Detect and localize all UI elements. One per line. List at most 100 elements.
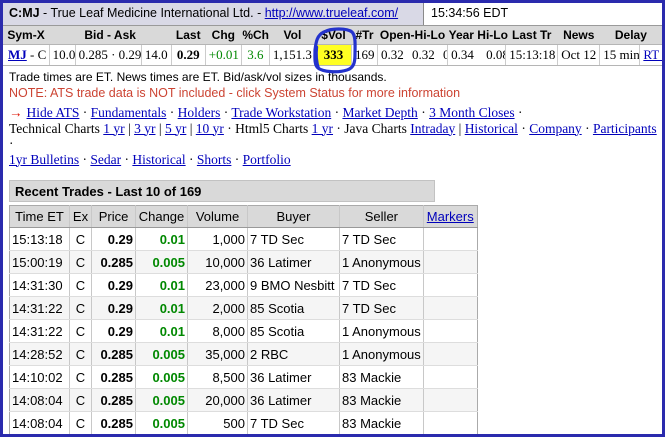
trade-change: 0.01 [135, 319, 188, 343]
trade-price: 0.285 [91, 365, 136, 389]
news-date: Oct 12 [557, 44, 600, 66]
dollar-volume-highlighted: 333 [314, 44, 352, 66]
nav-text: | [155, 120, 165, 136]
col-last: Last [171, 26, 206, 45]
bid-ask-value: 0.285 · 0.29 [74, 44, 142, 66]
trade-price: 0.285 [91, 342, 136, 366]
nav-text: · [581, 120, 593, 136]
title-sep: - [253, 6, 265, 20]
nav-link-hide-ats[interactable]: Hide ATS [27, 105, 80, 120]
quote-table: Sym-X Bid - Ask Last Chg %Ch Vol $Vol #T… [3, 26, 662, 66]
trade-exchange: C [69, 365, 92, 389]
trade-price: 0.285 [91, 411, 136, 434]
col-news: News [557, 26, 600, 45]
nav-link-10-yr[interactable]: 10 yr [196, 121, 224, 136]
trade-markers [422, 273, 478, 297]
trade-seller: 1 Anonymous [339, 319, 424, 343]
col-delay: Delay [599, 26, 662, 45]
markers-link[interactable]: Markers [427, 209, 474, 224]
nav-text: · [9, 136, 14, 151]
nav-link-holders[interactable]: Holders [178, 105, 221, 120]
symbol-suffix: - C [26, 47, 47, 62]
nav-link-historical[interactable]: Historical [465, 121, 518, 136]
nav-link-portfolio[interactable]: Portfolio [243, 152, 291, 167]
table-row: 14:31:22 C 0.29 0.01 8,000 85 Scotia 1 A… [9, 319, 478, 343]
col-price: Price [91, 205, 136, 228]
trade-time: 14:31:30 [9, 273, 70, 297]
col-change: Change [135, 205, 188, 228]
quote-page: C:MJ - True Leaf Medicine International … [0, 0, 665, 437]
nav-link-5-yr[interactable]: 5 yr [165, 121, 186, 136]
nav-line-3: 1yr Bulletins · Sedar · Historical · Sho… [9, 152, 662, 168]
trade-markers [422, 296, 478, 320]
ask-size: 14.0 [140, 44, 172, 66]
nav-link-shorts[interactable]: Shorts [197, 152, 232, 167]
nav-link-intraday[interactable]: Intraday [410, 121, 455, 136]
nav-link-historical[interactable]: Historical [132, 152, 185, 167]
trade-exchange: C [69, 319, 92, 343]
trade-volume: 2,000 [187, 296, 248, 320]
trade-price: 0.285 [91, 388, 136, 412]
nav-text: | [455, 120, 465, 136]
company-url-link[interactable]: http://www.trueleaf.com/ [265, 6, 398, 20]
title-bar: C:MJ - True Leaf Medicine International … [3, 3, 662, 26]
nav-text: · [79, 151, 91, 167]
red-arrow-icon: → [9, 105, 23, 120]
trade-change: 0.005 [135, 342, 188, 366]
nav-text: · [231, 151, 243, 167]
trade-seller: 83 Mackie [339, 411, 424, 434]
trade-volume: 10,000 [187, 250, 248, 274]
nav-link-1-yr[interactable]: 1 yr [103, 121, 124, 136]
nav-link-sedar[interactable]: Sedar [90, 152, 121, 167]
trade-buyer: 9 BMO Nesbitt [247, 273, 340, 297]
col-volume: Volume [187, 205, 248, 228]
col-exchange: Ex [69, 205, 92, 228]
quote-strip: Sym-X Bid - Ask Last Chg %Ch Vol $Vol #T… [3, 26, 662, 74]
last-trade-time: 15:13:18 [505, 44, 558, 66]
delay-value: 15 min [599, 44, 640, 66]
nav-link-trade-workstation[interactable]: Trade Workstation [231, 105, 331, 120]
trade-volume: 20,000 [187, 388, 248, 412]
realtime-link[interactable]: RT 2 [643, 47, 662, 62]
trade-volume: 1,000 [187, 227, 248, 251]
nav-text: | [124, 120, 135, 136]
bid-size: 10.0 [48, 44, 76, 66]
nav-text: · [166, 105, 178, 120]
nav-link-1yr-bulletins[interactable]: 1yr Bulletins [9, 152, 79, 167]
col-vol: Vol [269, 26, 316, 45]
trade-change: 0.01 [135, 273, 188, 297]
trade-buyer: 7 TD Sec [247, 411, 340, 434]
table-row: 14:28:52 C 0.285 0.005 35,000 2 RBC 1 An… [9, 342, 478, 366]
nav-text: · [121, 151, 133, 167]
nav-link-3-month-closes[interactable]: 3 Month Closes [429, 105, 515, 120]
trade-markers [422, 365, 478, 389]
nav-link-1-yr[interactable]: 1 yr [312, 121, 333, 136]
trade-change: 0.005 [135, 411, 188, 434]
nav-link-participants[interactable]: Participants [593, 121, 657, 136]
nav-link-company[interactable]: Company [529, 121, 582, 136]
nav-link-market-depth[interactable]: Market Depth [342, 105, 417, 120]
col-time: Time ET [9, 205, 70, 228]
trade-markers [422, 388, 478, 412]
ats-note: NOTE: ATS trade data is NOT included - c… [9, 86, 461, 100]
trades-table: Time ET Ex Price Change Volume Buyer Sel… [9, 205, 478, 434]
trade-buyer: 2 RBC [247, 342, 340, 366]
table-row: 15:00:19 C 0.285 0.005 10,000 36 Latimer… [9, 250, 478, 274]
col-chg: Chg [205, 26, 242, 45]
nav-link-fundamentals[interactable]: Fundamentals [91, 105, 167, 120]
symbol-link[interactable]: MJ [8, 47, 27, 62]
nav-link-3-yr[interactable]: 3 yr [134, 121, 155, 136]
trade-buyer: 36 Latimer [247, 250, 340, 274]
nav-text: · [185, 151, 197, 167]
nav-text: Technical Charts [9, 120, 104, 136]
trade-seller: 7 TD Sec [339, 296, 424, 320]
trade-buyer: 7 TD Sec [247, 227, 340, 251]
trade-time: 14:08:04 [9, 388, 70, 412]
nav-text: · [333, 120, 345, 136]
trade-exchange: C [69, 411, 92, 434]
col-open-hi-lo: Open-Hi-Lo [377, 26, 448, 45]
nav-text: · [517, 120, 530, 136]
trade-markers [422, 319, 478, 343]
trade-time: 14:31:22 [9, 319, 70, 343]
trade-price: 0.285 [91, 250, 136, 274]
